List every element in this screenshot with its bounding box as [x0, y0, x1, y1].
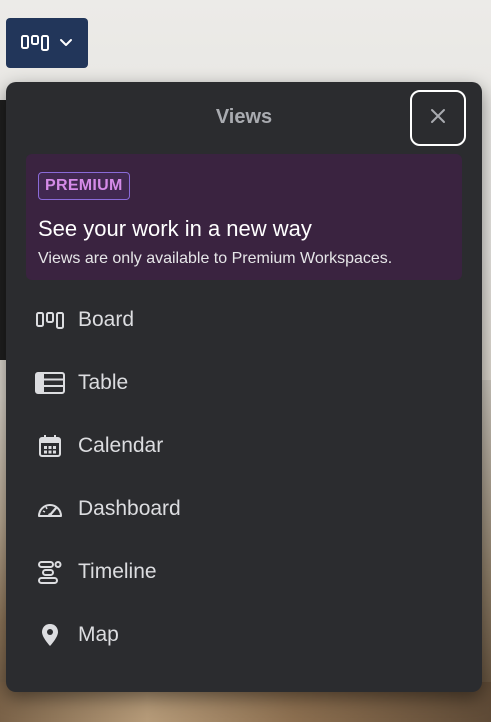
view-item-timeline[interactable]: Timeline: [6, 544, 482, 600]
board-columns-icon: [21, 35, 49, 51]
view-item-label: Timeline: [78, 560, 157, 583]
view-item-label: Dashboard: [78, 497, 181, 520]
views-popover: Views PREMIUM See your work in a new way…: [6, 82, 482, 692]
view-item-map[interactable]: Map: [6, 607, 482, 663]
premium-description: Views are only available to Premium Work…: [38, 250, 393, 267]
view-item-dashboard[interactable]: Dashboard: [6, 481, 482, 537]
close-button[interactable]: [410, 90, 466, 146]
calendar-icon: [34, 432, 66, 460]
map-pin-icon: [34, 621, 66, 649]
board-icon: [34, 306, 66, 334]
views-switcher-button[interactable]: [6, 18, 88, 68]
chevron-down-icon: [59, 38, 73, 48]
premium-heading: See your work in a new way: [38, 216, 312, 241]
premium-badge: PREMIUM: [38, 172, 130, 200]
timeline-icon: [34, 558, 66, 586]
view-item-board[interactable]: Board: [6, 292, 482, 348]
view-item-label: Map: [78, 623, 119, 646]
table-icon: [34, 369, 66, 397]
dashboard-icon: [34, 495, 66, 523]
premium-upsell-banner: PREMIUM See your work in a new way Views…: [26, 154, 462, 280]
view-item-label: Table: [78, 371, 129, 394]
view-item-label: Board: [78, 308, 135, 331]
close-icon: [430, 108, 446, 129]
view-item-label: Calendar: [78, 434, 164, 457]
view-item-table[interactable]: Table: [6, 355, 482, 411]
view-item-calendar[interactable]: Calendar: [6, 418, 482, 474]
